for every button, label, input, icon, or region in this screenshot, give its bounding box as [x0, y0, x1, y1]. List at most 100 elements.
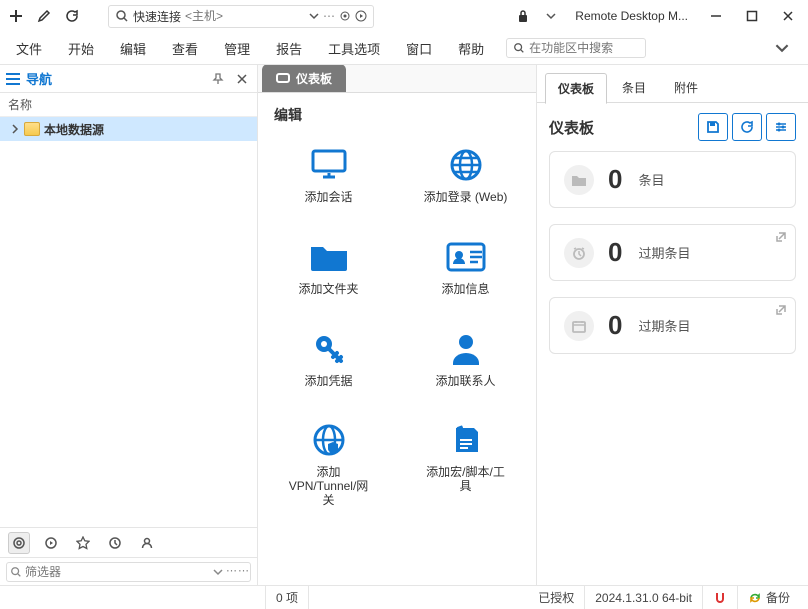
tile-add-credential[interactable]: 添加凭据: [266, 325, 391, 393]
target-icon[interactable]: [339, 10, 351, 22]
status-backup[interactable]: 备份: [738, 586, 800, 609]
tile-label: 添加会话: [304, 191, 352, 205]
host-input[interactable]: [185, 9, 305, 23]
more-icon[interactable]: ⋯: [226, 564, 237, 577]
right-body: 仪表板 0 条目 0 过期条目 0: [537, 103, 808, 380]
right-tab-attachments[interactable]: 附件: [661, 72, 711, 103]
menu-report[interactable]: 报告: [272, 35, 306, 62]
quick-connect-box[interactable]: 快速连接 ⋯: [108, 5, 374, 28]
ribbon-search-input[interactable]: [529, 41, 639, 55]
card-label: 过期条目: [638, 316, 690, 335]
tile-add-contact[interactable]: 添加联系人: [403, 325, 528, 393]
status-license: 已授权: [528, 586, 585, 609]
card-label: 过期条目: [638, 243, 690, 262]
chevron-down-icon[interactable]: [213, 567, 223, 577]
script-icon: [446, 420, 486, 460]
sidebar-tab-history[interactable]: [104, 532, 126, 554]
more-icon[interactable]: ⋯: [323, 9, 335, 23]
menu-edit[interactable]: 编辑: [116, 35, 150, 62]
nav-tree[interactable]: 本地数据源: [0, 117, 257, 527]
app-title: Remote Desktop M...: [575, 9, 688, 23]
tile-label: 添加凭据: [304, 375, 352, 389]
tab-dashboard[interactable]: 仪表板: [262, 64, 346, 92]
tile-label: 添加 VPN/Tunnel/网关: [284, 466, 374, 507]
close-panel-icon[interactable]: [233, 70, 251, 88]
chevron-down-icon[interactable]: [539, 4, 563, 28]
main-area: 导航 名称 本地数据源 ⋯ ⋯: [0, 64, 808, 585]
edit-icon[interactable]: [32, 4, 56, 28]
ribbon-search[interactable]: [506, 38, 646, 58]
tree-root-item[interactable]: 本地数据源: [0, 117, 257, 141]
pin-icon[interactable]: [209, 70, 227, 88]
chevron-down-icon[interactable]: [309, 11, 319, 21]
center-panel: 仪表板 编辑 添加会话 添加登录 (Web) 添加文件夹 添加信息: [258, 65, 536, 585]
card-expired-2[interactable]: 0 过期条目: [549, 297, 796, 354]
tile-label: 添加文件夹: [298, 283, 358, 297]
right-tab-dashboard[interactable]: 仪表板: [545, 73, 607, 104]
sidebar-tab-star[interactable]: [72, 532, 94, 554]
card-entries[interactable]: 0 条目: [549, 151, 796, 208]
contact-icon: [446, 329, 486, 369]
title-bar: 快速连接 ⋯ Remote Desktop M...: [0, 0, 808, 32]
status-magnet-icon[interactable]: [703, 586, 738, 609]
vpn-icon: [309, 420, 349, 460]
monitor-icon: [309, 145, 349, 185]
popout-icon[interactable]: [775, 304, 787, 316]
menu-tools[interactable]: 工具选项: [324, 35, 384, 62]
tile-add-vpn[interactable]: 添加 VPN/Tunnel/网关: [266, 416, 391, 511]
tile-add-info[interactable]: 添加信息: [403, 233, 528, 301]
sidebar-tab-gear[interactable]: [8, 532, 30, 554]
right-panel: 仪表板 条目 附件 仪表板 0 条目 0 过期: [536, 65, 808, 585]
status-bar: 0 项 已授权 2024.1.31.0 64-bit 备份: [0, 585, 808, 609]
dashboard-title: 仪表板: [549, 117, 594, 138]
nav-column-header[interactable]: 名称: [0, 93, 257, 117]
tree-root-label: 本地数据源: [44, 121, 104, 138]
center-tabs: 仪表板: [258, 65, 536, 93]
filter-row: ⋯ ⋯: [0, 557, 257, 585]
card-expired-1[interactable]: 0 过期条目: [549, 224, 796, 281]
tab-dashboard-label: 仪表板: [296, 70, 332, 87]
sidebar: 导航 名称 本地数据源 ⋯ ⋯: [0, 65, 258, 585]
menu-view[interactable]: 查看: [168, 35, 202, 62]
collapse-ribbon-icon[interactable]: [768, 36, 796, 60]
sidebar-tab-play[interactable]: [40, 532, 62, 554]
popout-icon[interactable]: [775, 231, 787, 243]
right-tab-entries[interactable]: 条目: [609, 72, 659, 103]
menu-help[interactable]: 帮助: [454, 35, 488, 62]
menu-manage[interactable]: 管理: [220, 35, 254, 62]
refresh-icon[interactable]: [60, 4, 84, 28]
card-count: 0: [608, 164, 622, 195]
tile-add-session[interactable]: 添加会话: [266, 141, 391, 209]
more-icon[interactable]: ⋯: [238, 564, 249, 577]
settings-button[interactable]: [766, 113, 796, 141]
minimize-button[interactable]: [700, 4, 732, 28]
new-icon[interactable]: [4, 4, 28, 28]
tile-label: 添加宏/脚本/工具: [421, 466, 511, 494]
sync-icon: [748, 591, 762, 605]
search-icon: [115, 9, 129, 23]
menu-start[interactable]: 开始: [64, 35, 98, 62]
refresh-button[interactable]: [732, 113, 762, 141]
tile-add-login-web[interactable]: 添加登录 (Web): [403, 141, 528, 209]
sidebar-tab-user[interactable]: [136, 532, 158, 554]
play-icon[interactable]: [355, 10, 367, 22]
status-version: 2024.1.31.0 64-bit: [585, 586, 703, 609]
dashboard-icon: [276, 73, 290, 83]
tile-add-folder[interactable]: 添加文件夹: [266, 233, 391, 301]
card-count: 0: [608, 310, 622, 341]
status-items: 0 项: [266, 586, 309, 609]
menu-window[interactable]: 窗口: [402, 35, 436, 62]
tile-add-macro[interactable]: 添加宏/脚本/工具: [403, 416, 528, 511]
folder-icon: [309, 237, 349, 277]
menu-bar: 文件 开始 编辑 查看 管理 报告 工具选项 窗口 帮助: [0, 32, 808, 64]
collapse-icon[interactable]: [10, 124, 20, 134]
menu-file[interactable]: 文件: [12, 35, 46, 62]
sidebar-tabs: [0, 527, 257, 557]
status-backup-label: 备份: [766, 589, 790, 606]
maximize-button[interactable]: [736, 4, 768, 28]
tile-label: 添加登录 (Web): [424, 191, 508, 205]
save-button[interactable]: [698, 113, 728, 141]
lock-icon[interactable]: [511, 4, 535, 28]
right-tabs: 仪表板 条目 附件: [537, 73, 808, 103]
close-button[interactable]: [772, 4, 804, 28]
